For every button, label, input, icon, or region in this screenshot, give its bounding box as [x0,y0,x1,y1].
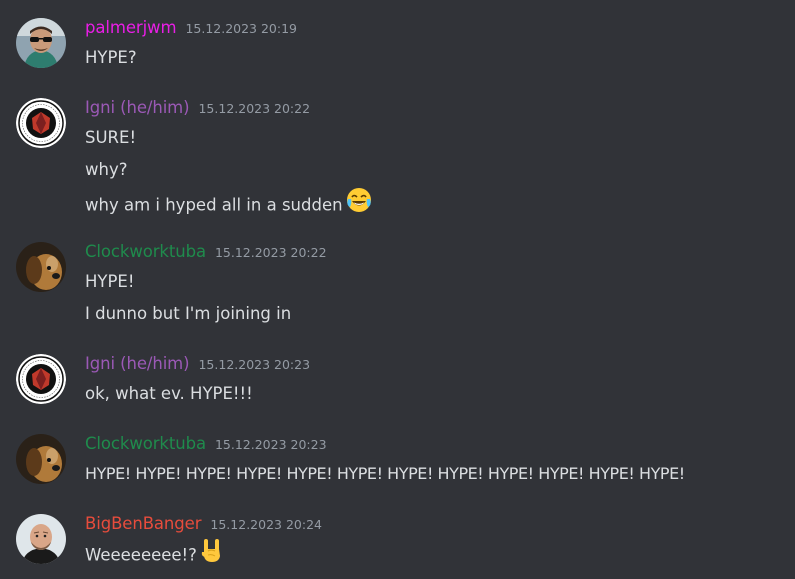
avatar[interactable] [16,354,66,404]
message-text: HYPE! HYPE! HYPE! HYPE! HYPE! HYPE! HYPE… [85,464,685,483]
avatar[interactable] [16,98,66,148]
message-header: Igni (he/him) 15.12.2023 20:23 [85,354,310,380]
message-text: ok, what ev. HYPE!!! [85,384,253,403]
avatar-dog-icon [16,434,66,484]
avatar[interactable] [16,514,66,564]
message-text: Weeeeeeee!? [85,545,197,565]
message-header: palmerjwm 15.12.2023 20:19 [85,18,297,44]
message-line-with-emoji: why am i hyped all in a sudden [85,188,372,215]
timestamp[interactable]: 15.12.2023 20:22 [198,101,310,116]
username[interactable]: Igni (he/him) [85,98,190,117]
avatar-sunglasses-icon [16,18,66,68]
message-line-with-emoji: Weeeeeeee!? [85,539,224,565]
avatar[interactable] [16,242,66,292]
message-header: Clockworktuba 15.12.2023 20:23 [85,434,327,460]
message-header: Clockworktuba 15.12.2023 20:22 [85,242,327,268]
message-text: HYPE? [85,48,137,67]
username[interactable]: Clockworktuba [85,242,206,261]
message-header: Igni (he/him) 15.12.2023 20:22 [85,98,310,124]
avatar-emblem-icon [16,98,66,148]
message-text: SURE! [85,128,137,147]
chat-message-list: palmerjwm 15.12.2023 20:19 HYPE? Igni (h… [0,0,795,579]
timestamp[interactable]: 15.12.2023 20:19 [185,21,297,36]
joy-emoji-icon[interactable] [346,187,372,221]
timestamp[interactable]: 15.12.2023 20:22 [215,245,327,260]
avatar[interactable] [16,434,66,484]
username[interactable]: palmerjwm [85,18,177,37]
username[interactable]: Clockworktuba [85,434,206,453]
timestamp[interactable]: 15.12.2023 20:24 [210,517,322,532]
timestamp[interactable]: 15.12.2023 20:23 [215,437,327,452]
message-text: I dunno but I'm joining in [85,304,292,323]
rock-on-emoji-icon[interactable] [200,537,224,571]
username[interactable]: Igni (he/him) [85,354,190,373]
message-text: why am i hyped all in a sudden [85,195,343,215]
avatar[interactable] [16,18,66,68]
avatar-bald-icon [16,514,66,564]
username[interactable]: BigBenBanger [85,514,202,533]
message-text: HYPE! [85,272,135,291]
timestamp[interactable]: 15.12.2023 20:23 [198,357,310,372]
avatar-emblem-icon [16,354,66,404]
avatar-dog-icon [16,242,66,292]
message-text: why? [85,160,128,179]
